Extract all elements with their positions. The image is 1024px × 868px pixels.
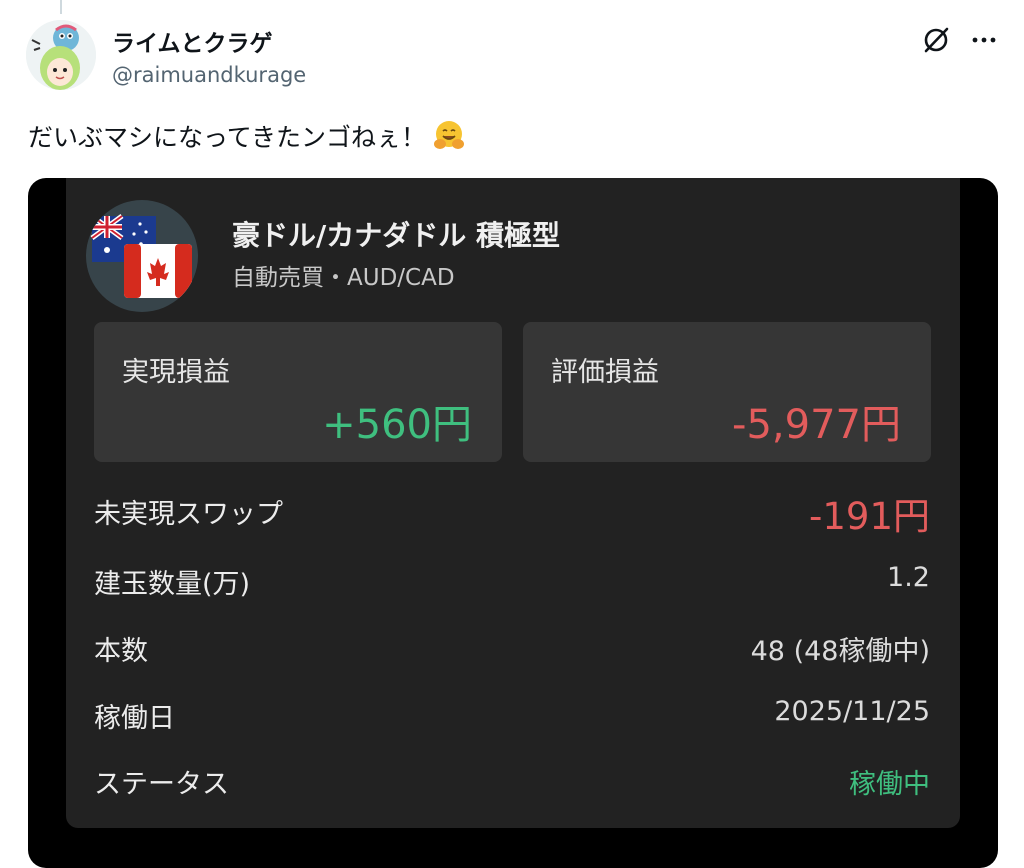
row-position-size: 建玉数量(万) 1.2 bbox=[94, 554, 930, 604]
realized-pnl-box: 実現損益 +560円 bbox=[94, 322, 502, 462]
canada-flag-icon bbox=[124, 244, 192, 298]
valuation-pnl-label: 評価損益 bbox=[551, 357, 659, 388]
valuation-pnl-box: 評価損益 -5,977円 bbox=[523, 322, 931, 462]
row-value: 48 (48稼働中) bbox=[750, 636, 930, 667]
row-label: 未実現スワップ bbox=[94, 499, 283, 530]
thread-line bbox=[60, 0, 62, 14]
realized-pnl-value: +560円 bbox=[322, 402, 472, 448]
row-label: ステータス bbox=[94, 769, 229, 800]
attached-image[interactable]: 豪ドル/カナダドル 積極型 自動売買・AUD/CAD 実現損益 +560円 評価… bbox=[28, 178, 998, 868]
valuation-pnl-value: -5,977円 bbox=[732, 402, 901, 448]
grok-icon[interactable] bbox=[920, 24, 952, 56]
row-label: 稼働日 bbox=[94, 703, 175, 734]
row-label: 建玉数量(万) bbox=[94, 569, 251, 600]
currency-pair-icon bbox=[86, 200, 198, 312]
strategy-subtitle: 自動売買・AUD/CAD bbox=[232, 265, 455, 291]
avatar[interactable] bbox=[26, 20, 96, 90]
row-value: -191円 bbox=[809, 495, 930, 538]
post-text-container: だいぶマシになってきたンゴねぇ！ bbox=[28, 118, 466, 154]
strategy-title: 豪ドル/カナダドル 積極型 bbox=[232, 219, 560, 252]
display-name[interactable]: ライムとクラゲ bbox=[112, 24, 273, 58]
row-value: 1.2 bbox=[887, 562, 930, 593]
avatar-image bbox=[26, 20, 96, 90]
row-unrealized-swap: 未実現スワップ -191円 bbox=[94, 484, 930, 538]
status-value: 稼働中 bbox=[849, 769, 930, 800]
position-card: 豪ドル/カナダドル 積極型 自動売買・AUD/CAD 実現損益 +560円 評価… bbox=[66, 178, 960, 828]
row-value: 2025/11/25 bbox=[774, 696, 930, 727]
hugging-face-emoji bbox=[434, 121, 465, 149]
more-icon[interactable] bbox=[968, 24, 1000, 56]
handle[interactable]: @raimuandkurage bbox=[112, 63, 306, 87]
row-start-date: 稼働日 2025/11/25 bbox=[94, 688, 930, 738]
row-count: 本数 48 (48稼働中) bbox=[94, 621, 930, 671]
post-text: だいぶマシになってきたンゴねぇ！ bbox=[28, 123, 427, 152]
row-status: ステータス 稼働中 bbox=[94, 754, 930, 804]
row-label: 本数 bbox=[94, 636, 148, 667]
realized-pnl-label: 実現損益 bbox=[122, 357, 230, 388]
